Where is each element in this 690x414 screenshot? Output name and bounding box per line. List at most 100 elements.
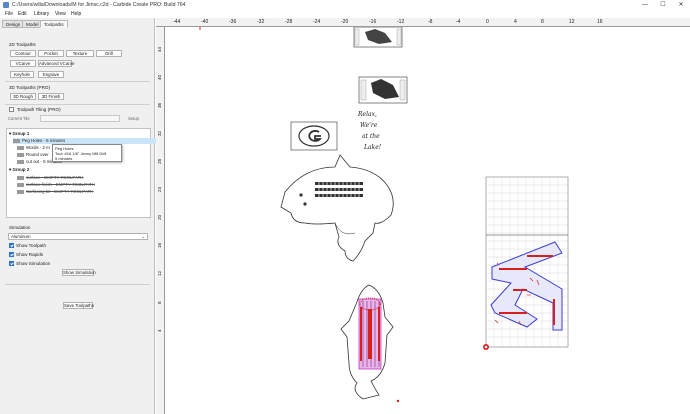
show-simulation-label: Show Simulation bbox=[16, 261, 51, 266]
ruler-tick-label: 16 bbox=[157, 242, 162, 248]
keyhole-button[interactable]: Keyhole bbox=[10, 71, 34, 78]
menu-bar: File Edit Library View Help bbox=[0, 10, 690, 18]
texture-button[interactable]: Texture bbox=[66, 50, 94, 57]
toolpath-icon bbox=[17, 145, 24, 150]
drill-button[interactable]: Drill bbox=[96, 50, 122, 57]
toolpath-item[interactable]: Surfacing bit - EMPTY TOOLPATH bbox=[17, 189, 93, 195]
toolpath-item-label: Words - 2 m bbox=[26, 145, 50, 150]
design-canvas[interactable]: -44 -40 -36 -32 -28 -24 -20 -16 -12 -8 -… bbox=[156, 18, 690, 414]
viking-plaque-top[interactable] bbox=[353, 27, 403, 48]
material-value: Aluminum bbox=[11, 234, 31, 239]
group-1-label: Group 1 bbox=[12, 131, 30, 136]
tiling-setup-button[interactable]: Setup bbox=[128, 116, 139, 121]
maximize-button[interactable]: ☐ bbox=[654, 0, 672, 10]
engrave-button[interactable]: Engrave bbox=[38, 71, 64, 78]
show-toolpath-checkbox[interactable] bbox=[9, 243, 14, 248]
3d-rough-button[interactable]: 3D Rough bbox=[10, 93, 36, 100]
toolpath-item-label: surface - EMPTY TOOLPATH bbox=[26, 175, 84, 180]
ruler-tick-label: -20 bbox=[341, 19, 349, 25]
show-simulation-checkbox[interactable] bbox=[9, 261, 14, 266]
divider bbox=[5, 104, 150, 105]
close-button[interactable]: ✕ bbox=[672, 0, 690, 10]
toolpath-tiling-checkbox[interactable] bbox=[9, 107, 14, 112]
canvas-text-line: Relax, bbox=[357, 111, 377, 118]
g-logo-plaque[interactable] bbox=[290, 121, 338, 151]
ruler-tick-label: -44 bbox=[173, 19, 181, 25]
vcarve-button[interactable]: VCarve bbox=[10, 60, 36, 67]
toolpath-icon bbox=[17, 159, 24, 164]
ruler-tick-label: -8 bbox=[428, 19, 433, 25]
canvas-drawing[interactable]: Relax, We're at the Lake! bbox=[165, 27, 690, 414]
ruler-tick-label: 8 bbox=[541, 19, 544, 25]
home-point bbox=[396, 399, 400, 403]
tooltip-time: 5 minutes bbox=[55, 156, 73, 161]
viking-plaque[interactable] bbox=[358, 76, 408, 104]
menu-view[interactable]: View bbox=[55, 11, 66, 17]
toolpath-tooltip: Peg Holes Tool: #16 1/8" Jenny Mill Dril… bbox=[52, 144, 122, 162]
toolpath-item[interactable]: Round over bbox=[17, 152, 49, 158]
section-3d-toolpaths: 3D Toolpaths (PRO) bbox=[9, 85, 51, 90]
canvas-text-line: Lake! bbox=[363, 144, 382, 151]
ruler-top: -44 -40 -36 -32 -28 -24 -20 -16 -12 -8 -… bbox=[156, 18, 690, 27]
toolpath-icon bbox=[17, 152, 24, 157]
material-select[interactable]: Aluminum ⌄ bbox=[8, 233, 148, 240]
simulation-label: Simulation bbox=[9, 225, 31, 230]
menu-library[interactable]: Library bbox=[34, 11, 49, 17]
menu-edit[interactable]: Edit bbox=[18, 11, 27, 17]
canvas-text-line: We're bbox=[360, 122, 378, 129]
ruler-tick-label: 12 bbox=[157, 270, 162, 276]
ruler-tick-label: 20 bbox=[157, 214, 162, 220]
group-2-header[interactable]: ▾ Group 2 bbox=[9, 167, 29, 173]
ruler-tick-label: -24 bbox=[313, 19, 321, 25]
toolpath-icon bbox=[13, 138, 20, 143]
fish-outline-horizontal[interactable] bbox=[280, 154, 394, 262]
ruler-tick-label: 36 bbox=[157, 102, 162, 108]
toolpath-icon bbox=[17, 189, 24, 194]
pocket-button[interactable]: Pocket bbox=[38, 50, 64, 57]
ruler-tick-label: -36 bbox=[229, 19, 237, 25]
current-tile-field[interactable] bbox=[40, 115, 120, 122]
toolpath-item[interactable]: surface finish - EMPTY TOOLPATH bbox=[17, 182, 95, 188]
toolpath-item-label: Surfacing bit - EMPTY TOOLPATH bbox=[26, 189, 94, 194]
ruler-tick-label: 40 bbox=[157, 74, 162, 80]
ruler-tick-label: 4 bbox=[157, 329, 162, 332]
fish-outline-vertical[interactable] bbox=[340, 284, 394, 400]
toolpaths-sidebar: Design Model Toolpaths 2D Toolpaths Cont… bbox=[0, 18, 156, 414]
divider bbox=[5, 284, 150, 285]
title-bar: C:/Users/willa/Downloads/M for Jimsc.c2d… bbox=[0, 0, 690, 10]
ruler-tick-label: -32 bbox=[257, 19, 265, 25]
ruler-tick-label: 12 bbox=[569, 19, 575, 25]
3d-finish-button[interactable]: 3D Finish bbox=[38, 93, 64, 100]
relax-text[interactable]: Relax, We're at the Lake! bbox=[357, 111, 382, 151]
tab-design[interactable]: Design bbox=[2, 20, 25, 28]
toolpath-list[interactable]: ▾ Group 1 Peg Holes - 5 minutes Words - … bbox=[6, 128, 156, 218]
toolpath-item[interactable]: surface - EMPTY TOOLPATH bbox=[17, 175, 83, 181]
menu-help[interactable]: Help bbox=[71, 11, 81, 17]
save-toolpaths-button[interactable]: Save Toolpaths bbox=[63, 302, 94, 309]
ruler-tick-label: -28 bbox=[285, 19, 293, 25]
current-tile-label: Current Tile bbox=[8, 116, 30, 121]
ruler-tick-label: 32 bbox=[157, 130, 162, 136]
show-rapids-checkbox[interactable] bbox=[9, 252, 14, 257]
window-title: C:/Users/willa/Downloads/M for Jimsc.c2d… bbox=[12, 2, 186, 8]
ruler-tick-label: -4 bbox=[456, 19, 461, 25]
ruler-tick-label: -12 bbox=[397, 19, 405, 25]
toolpath-tiling-label: Toolpath Tiling (PRO) bbox=[17, 107, 61, 112]
advanced-vcarve-button[interactable]: Advanced VCarve bbox=[38, 60, 74, 67]
tab-toolpaths[interactable]: Toolpaths bbox=[40, 20, 68, 28]
toolpath-icon bbox=[17, 182, 24, 187]
toolpath-item-label: Round over bbox=[26, 152, 49, 157]
ruler-tick-label: -16 bbox=[369, 19, 377, 25]
menu-file[interactable]: File bbox=[5, 11, 13, 17]
minimize-button[interactable]: — bbox=[636, 0, 654, 10]
show-simulation-button[interactable]: Show Simulation bbox=[62, 269, 96, 276]
toolpath-item-label: Peg Holes - 5 minutes bbox=[22, 138, 66, 143]
show-toolpath-label: Show Toolpath bbox=[16, 243, 47, 248]
group-2-label: Group 2 bbox=[12, 167, 30, 172]
ruler-tick-label: -40 bbox=[201, 19, 209, 25]
contour-button[interactable]: Contour bbox=[10, 50, 36, 57]
toolpath-item-label: surface finish - EMPTY TOOLPATH bbox=[26, 182, 95, 187]
toolpath-item[interactable]: Words - 2 m bbox=[17, 145, 50, 151]
group-1-header[interactable]: ▾ Group 1 bbox=[9, 131, 29, 137]
ruler-tick-label: 24 bbox=[157, 186, 162, 192]
